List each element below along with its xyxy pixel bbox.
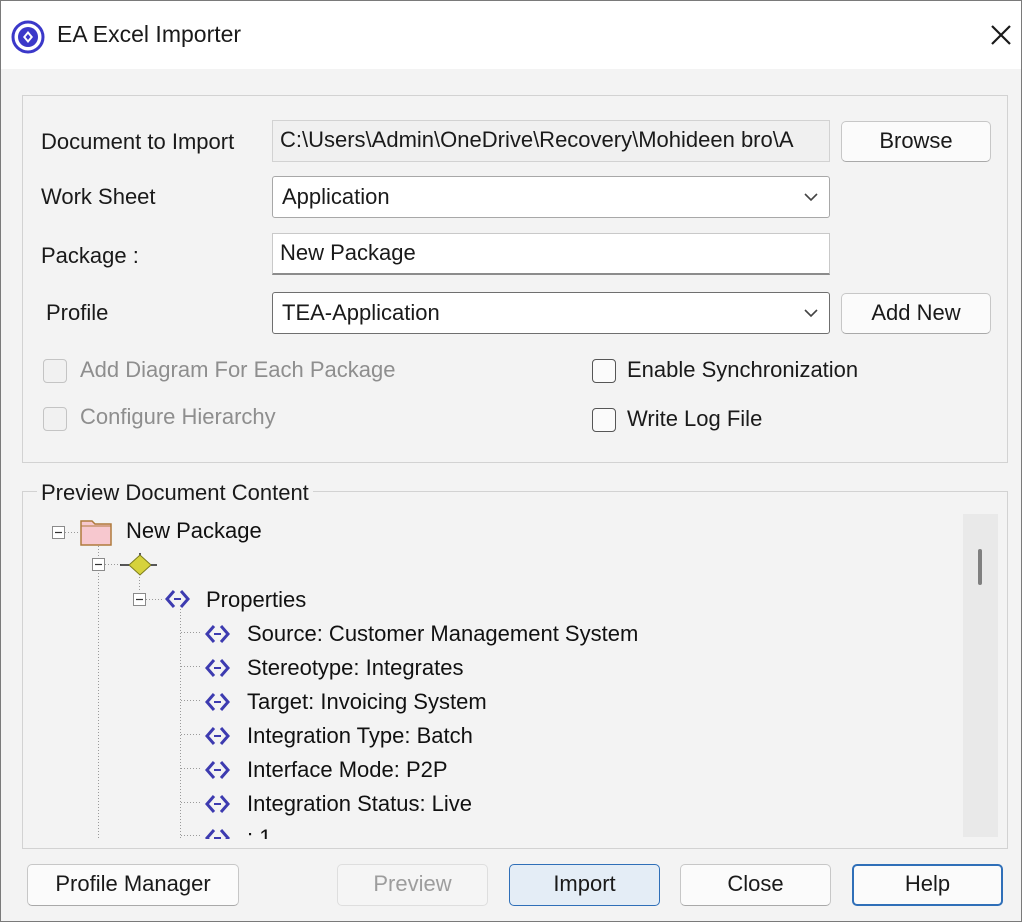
tree-leaf-label: Interface Mode: P2P xyxy=(247,757,448,782)
add-diagram-label: Add Diagram For Each Package xyxy=(80,357,396,382)
tagged-value-icon xyxy=(205,829,230,839)
document-label: Document to Import xyxy=(41,129,235,154)
close-button[interactable]: Close xyxy=(680,864,831,906)
browse-button[interactable]: Browse xyxy=(841,121,991,162)
chevron-down-icon xyxy=(804,309,818,318)
import-button[interactable]: Import xyxy=(509,864,660,906)
add-diagram-checkbox[interactable] xyxy=(43,359,67,383)
tree-leaf-label: : 1 xyxy=(247,825,272,839)
title-bar[interactable]: EA Excel Importer xyxy=(1,1,1021,69)
close-icon[interactable] xyxy=(983,17,1019,53)
worksheet-label: Work Sheet xyxy=(41,184,156,209)
tagged-value-icon xyxy=(205,795,230,813)
diamond-icon xyxy=(120,553,157,576)
tagged-value-icon xyxy=(205,761,230,779)
preview-button[interactable]: Preview xyxy=(337,864,488,906)
enable-sync-label: Enable Synchronization xyxy=(627,357,859,382)
chevron-down-icon xyxy=(804,193,818,202)
tagged-value-icon xyxy=(165,590,190,608)
tree-leaf-item[interactable]: Integration Type: Batch xyxy=(201,723,801,751)
tagged-value-icon xyxy=(205,659,230,677)
scrollbar-thumb[interactable] xyxy=(978,549,982,585)
write-log-checkbox[interactable] xyxy=(592,408,616,432)
tree-leaf-item[interactable]: : 1 xyxy=(201,825,801,839)
tree-leaf-label: Integration Status: Live xyxy=(247,791,473,816)
tree-leaf-label: Target: Invoicing System xyxy=(247,689,487,714)
preview-tree[interactable]: New Package Properties Source: Customer … xyxy=(41,513,961,839)
tagged-value-icon xyxy=(205,727,230,745)
collapse-icon[interactable] xyxy=(133,593,146,606)
document-path-field[interactable]: C:\Users\Admin\OneDrive\Recovery\Mohidee… xyxy=(272,120,830,162)
profile-label: Profile xyxy=(46,300,109,325)
profile-select[interactable]: TEA-Application xyxy=(272,292,830,334)
profile-manager-button[interactable]: Profile Manager xyxy=(27,864,239,906)
dialog-window: EA Excel Importer Document to Import C:\… xyxy=(0,0,1022,922)
package-input[interactable]: New Package xyxy=(272,233,830,275)
configure-hierarchy-checkbox[interactable] xyxy=(43,407,67,431)
write-log-label: Write Log File xyxy=(627,406,763,431)
collapse-icon[interactable] xyxy=(52,526,65,539)
window-title: EA Excel Importer xyxy=(57,21,242,47)
app-logo-icon xyxy=(11,20,45,54)
tree-leaf-item[interactable]: Source: Customer Management System xyxy=(201,621,801,649)
tagged-value-icon xyxy=(205,693,230,711)
tree-leaf-label: Stereotype: Integrates xyxy=(247,655,464,680)
enable-sync-checkbox[interactable] xyxy=(592,359,616,383)
tree-properties-label: Properties xyxy=(206,587,307,612)
tree-root-label: New Package xyxy=(126,518,262,543)
configure-hierarchy-label: Configure Hierarchy xyxy=(80,404,276,429)
collapse-icon[interactable] xyxy=(92,558,105,571)
tagged-value-icon xyxy=(205,625,230,643)
tree-leaf-label: Integration Type: Batch xyxy=(247,723,473,748)
worksheet-select-value: Application xyxy=(282,184,390,209)
folder-icon xyxy=(80,520,112,546)
worksheet-select[interactable]: Application xyxy=(272,176,830,218)
add-new-profile-button[interactable]: Add New xyxy=(841,293,991,334)
profile-select-value: TEA-Application xyxy=(282,300,440,325)
tree-leaf-item[interactable]: Interface Mode: P2P xyxy=(201,757,801,785)
tree-leaf-item[interactable]: Target: Invoicing System xyxy=(201,689,801,717)
help-button[interactable]: Help xyxy=(852,864,1003,906)
tree-leaf-item[interactable]: Integration Status: Live xyxy=(201,791,801,819)
tree-leaf-item[interactable]: Stereotype: Integrates xyxy=(201,655,801,683)
package-label: Package : xyxy=(41,243,139,268)
preview-group-title: Preview Document Content xyxy=(37,480,313,506)
tree-leaf-label: Source: Customer Management System xyxy=(247,621,639,646)
